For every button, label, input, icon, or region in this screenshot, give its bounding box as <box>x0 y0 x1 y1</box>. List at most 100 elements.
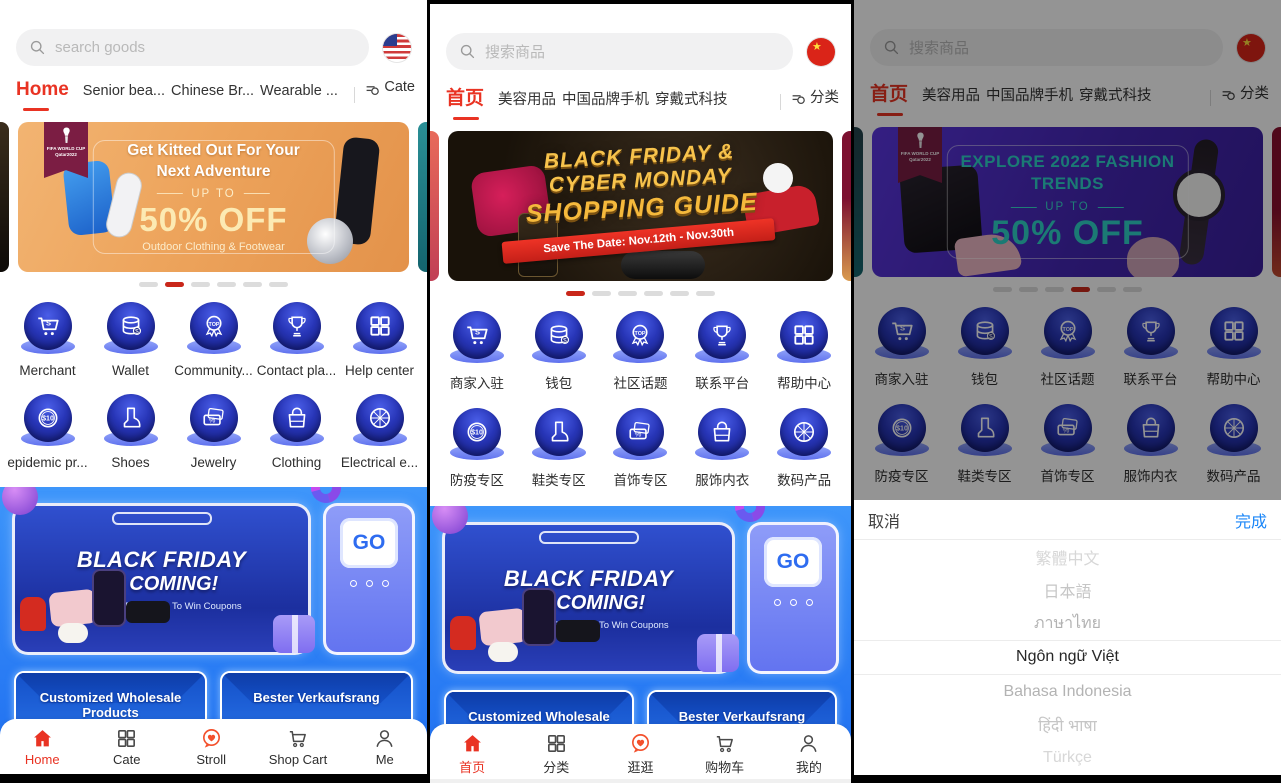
quick-entry-wallet[interactable]: Wallet <box>89 302 172 378</box>
quick-entry-community[interactable]: 社区话题 <box>600 311 682 392</box>
language-option-hindi[interactable]: हिंदी भाषा <box>854 708 1281 741</box>
quick-entry-community[interactable]: 社区话题 <box>1026 307 1109 388</box>
banner-fashion-trends[interactable]: FIFA WORLD CUPQatar2022 EXPLORE 2022 FAS… <box>872 127 1263 277</box>
home-icon <box>31 727 54 750</box>
quick-entry-electrical[interactable]: Electrical e... <box>338 394 421 470</box>
go-arcade-machine[interactable]: GO <box>747 522 839 674</box>
quick-entry-jewelry[interactable]: Jewelry <box>172 394 255 470</box>
us-flag-language-button[interactable] <box>383 34 411 62</box>
carousel-dots[interactable] <box>430 290 851 296</box>
quick-entry-clothing[interactable]: 服饰内衣 <box>681 408 763 489</box>
nav-tab-china-phones[interactable]: 中国品牌手机 <box>562 88 649 119</box>
language-option-turkish[interactable]: Türkçe <box>854 742 1281 775</box>
quick-entry-jewelry[interactable]: 首饰专区 <box>1026 404 1109 485</box>
banner-title: EXPLORE 2022 FASHION TRENDS <box>947 151 1187 195</box>
banner-discount: 50% OFF <box>991 214 1143 253</box>
quick-entry-wallet[interactable]: 钱包 <box>518 311 600 392</box>
quick-entry-shoes[interactable]: 鞋类专区 <box>518 408 600 489</box>
nav-category-button[interactable]: 分类 <box>1221 82 1269 113</box>
tab-shop-cart[interactable]: Shop Cart <box>269 727 328 767</box>
quick-entry-clothing[interactable]: Clothing <box>255 394 338 470</box>
nav-tab-wearable[interactable]: 穿戴式科技 <box>1079 84 1152 115</box>
nav-category-button[interactable]: Cate <box>365 79 415 105</box>
banner-carousel: BLACK FRIDAY & CYBER MONDAY SHOPPING GUI… <box>430 131 851 281</box>
search-input[interactable]: search goods <box>16 29 369 66</box>
banner-title: Get Kitted Out For Your <box>127 141 300 161</box>
language-option-vietnamese-selected[interactable]: Ngôn ngữ Việt <box>854 640 1281 675</box>
tab-stroll[interactable]: Stroll <box>184 727 238 767</box>
quick-entry-clothing[interactable]: 服饰内衣 <box>1109 404 1192 485</box>
tab-category[interactable]: 分类 <box>529 732 583 776</box>
nav-tab-senior-beauty[interactable]: Senior bea... <box>83 83 165 109</box>
language-option-traditional-chinese[interactable]: 繁體中文 <box>854 540 1281 573</box>
quick-entry-epidemic[interactable]: 防疫专区 <box>860 404 943 485</box>
picker-cancel-button[interactable]: 取消 <box>868 508 900 532</box>
cn-flag-language-button[interactable] <box>807 38 835 66</box>
tab-shop-cart[interactable]: 购物车 <box>698 732 752 776</box>
quick-entry-contact[interactable]: 联系平台 <box>1109 307 1192 388</box>
picker-done-button[interactable]: 完成 <box>1235 508 1267 532</box>
grid-icon <box>777 311 831 363</box>
banner-text-frame: EXPLORE 2022 FASHION TRENDS UP TO 50% OF… <box>946 145 1188 259</box>
quick-entry-wallet[interactable]: 钱包 <box>943 307 1026 388</box>
tab-home[interactable]: Home <box>15 727 69 767</box>
quick-entry-help[interactable]: 帮助中心 <box>763 311 845 392</box>
nav-tab-home[interactable]: 首页 <box>870 79 908 116</box>
go-button[interactable]: GO <box>340 518 398 568</box>
language-option-thai[interactable]: ภาษาไทย <box>854 607 1281 640</box>
tab-me[interactable]: 我的 <box>782 732 836 776</box>
carousel-dots[interactable] <box>0 281 427 287</box>
carousel-dots[interactable] <box>854 286 1281 292</box>
category-nav: Home Senior bea... Chinese Br... Wearabl… <box>0 66 427 111</box>
top-medal-icon <box>1041 307 1095 359</box>
tab-cate[interactable]: Cate <box>100 727 154 767</box>
quick-entry-community[interactable]: Community... <box>172 302 255 378</box>
quick-entry-help[interactable]: 帮助中心 <box>1192 307 1275 388</box>
merchant-cart-icon <box>875 307 929 359</box>
go-button[interactable]: GO <box>764 537 822 587</box>
search-input[interactable]: 搜索商品 <box>446 33 793 70</box>
nav-tab-wearable[interactable]: 穿戴式科技 <box>655 88 728 119</box>
promo-main: BLACK FRIDAY IS COMING! Add Early Favour… <box>442 522 839 674</box>
search-placeholder: search goods <box>55 39 145 56</box>
tab-me[interactable]: Me <box>358 727 412 767</box>
tab-home[interactable]: 首页 <box>445 732 499 776</box>
quick-entry-epidemic[interactable]: 防疫专区 <box>436 408 518 489</box>
quick-entry-shoes[interactable]: 鞋类专区 <box>943 404 1026 485</box>
coin-10-icon <box>450 408 504 460</box>
banner-black-friday-guide[interactable]: BLACK FRIDAY & CYBER MONDAY SHOPPING GUI… <box>448 131 833 281</box>
quick-entry-help[interactable]: Help center <box>338 302 421 378</box>
phone-decoration <box>92 569 126 627</box>
quick-entry-epidemic[interactable]: epidemic pr... <box>6 394 89 470</box>
quick-entry-digital[interactable]: 数码产品 <box>763 408 845 489</box>
tab-stroll[interactable]: 逛逛 <box>613 732 667 776</box>
banner-outdoor-sale[interactable]: FIFA WORLD CUPQatar2022 Get Kitted Out F… <box>18 122 409 272</box>
nav-tab-home[interactable]: 首页 <box>446 83 484 120</box>
quick-entry-merchant[interactable]: 商家入驻 <box>860 307 943 388</box>
quick-entry-jewelry[interactable]: 首饰专区 <box>600 408 682 489</box>
nav-tab-wearable[interactable]: Wearable ... <box>260 83 338 109</box>
nav-tab-china-phones[interactable]: 中国品牌手机 <box>986 84 1073 115</box>
nav-tab-chinese-brand[interactable]: Chinese Br... <box>171 83 254 109</box>
quick-entry-merchant[interactable]: Merchant <box>6 302 89 378</box>
quick-entry-merchant[interactable]: 商家入驻 <box>436 311 518 392</box>
quick-entry-contact[interactable]: 联系平台 <box>681 311 763 392</box>
nav-category-button[interactable]: 分类 <box>791 86 839 117</box>
quick-entry-shoes[interactable]: Shoes <box>89 394 172 470</box>
cn-flag-language-button[interactable] <box>1237 34 1265 62</box>
quick-entry-digital[interactable]: 数码产品 <box>1192 404 1275 485</box>
nav-tab-beauty[interactable]: 美容用品 <box>922 84 980 115</box>
header-english: search goods <box>0 29 427 66</box>
nav-tab-beauty[interactable]: 美容用品 <box>498 88 556 119</box>
go-arcade-machine[interactable]: GO <box>323 503 415 655</box>
basketball-icon <box>777 408 831 460</box>
carousel-next-sliver <box>418 122 427 272</box>
top-medal-icon <box>187 302 241 354</box>
quick-entry-contact[interactable]: Contact pla... <box>255 302 338 378</box>
nav-tab-home[interactable]: Home <box>16 79 69 111</box>
language-option-indonesian[interactable]: Bahasa Indonesia <box>854 675 1281 708</box>
language-option-japanese[interactable]: 日本語 <box>854 573 1281 606</box>
device-home-bar <box>854 775 1281 783</box>
pink-bag-decoration <box>48 589 97 628</box>
search-input[interactable]: 搜索商品 <box>870 29 1223 66</box>
